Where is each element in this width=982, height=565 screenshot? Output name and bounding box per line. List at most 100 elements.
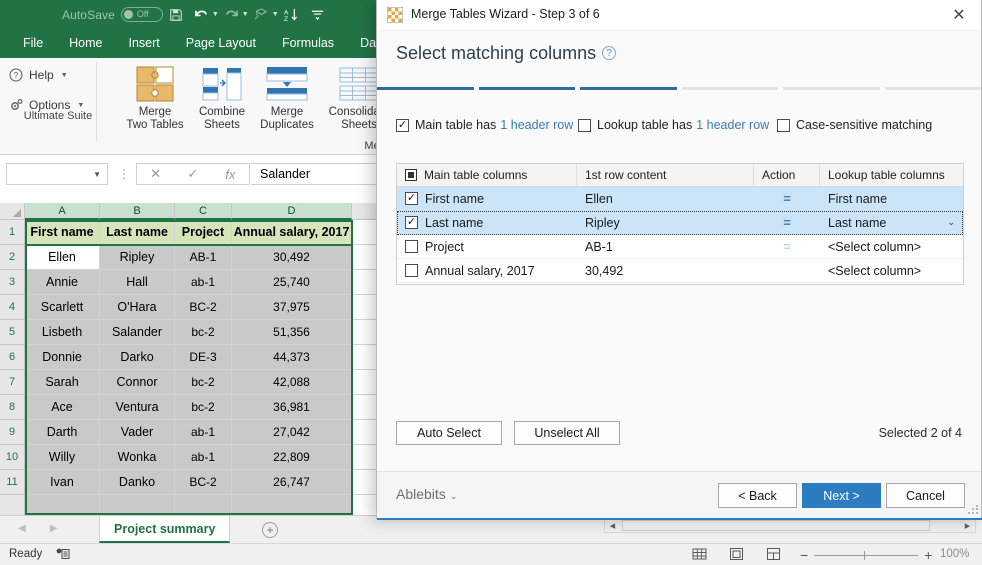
- cell-b8[interactable]: Ventura: [100, 395, 175, 420]
- cancel-button[interactable]: Cancel: [886, 483, 965, 508]
- cell-c11[interactable]: BC-2: [175, 470, 232, 495]
- cell-b7[interactable]: Connor: [100, 370, 175, 395]
- horizontal-scrollbar[interactable]: ◀ ▶: [604, 518, 976, 533]
- scroll-left-icon[interactable]: ◀: [605, 519, 620, 532]
- ribbon-tab-formulas[interactable]: Formulas: [269, 28, 347, 58]
- back-button[interactable]: < Back: [718, 483, 797, 508]
- page-layout-view-icon[interactable]: [729, 547, 744, 561]
- row-header-4[interactable]: 4: [0, 295, 25, 320]
- table-row[interactable]: Annual salary, 2017 30,492 <Select colum…: [397, 259, 963, 283]
- column-header-b[interactable]: B: [100, 203, 175, 220]
- lookup-table-header-link[interactable]: 1 header row: [696, 118, 769, 132]
- ribbon-tab-insert[interactable]: Insert: [116, 28, 173, 58]
- cell-b1[interactable]: Last name: [100, 220, 175, 245]
- cell-a10[interactable]: Willy: [25, 445, 100, 470]
- column-header-d[interactable]: D: [232, 203, 352, 220]
- case-sensitive-option[interactable]: Case-sensitive matching: [777, 118, 932, 132]
- row-1-action[interactable]: =: [754, 211, 820, 234]
- table-row[interactable]: Project AB-1 = <Select column>: [397, 235, 963, 259]
- cell-a8[interactable]: Ace: [25, 395, 100, 420]
- row-1-lookup-column[interactable]: Last name ⌄: [820, 211, 963, 234]
- scrollbar-thumb[interactable]: [622, 520, 930, 531]
- autosave-toggle[interactable]: Off: [121, 7, 163, 22]
- cell-c9[interactable]: ab-1: [175, 420, 232, 445]
- chevron-down-icon[interactable]: ⌄: [450, 491, 458, 501]
- select-all-checkbox[interactable]: [405, 169, 417, 181]
- unselect-all-button[interactable]: Unselect All: [514, 421, 620, 445]
- table-row[interactable]: ✓ Last name Ripley = Last name ⌄: [397, 211, 963, 235]
- ribbon-tab-home[interactable]: Home: [56, 28, 115, 58]
- record-macro-icon[interactable]: [56, 548, 70, 560]
- case-sensitive-checkbox[interactable]: [777, 119, 790, 132]
- row-3-lookup-column[interactable]: <Select column>: [820, 259, 963, 282]
- prev-sheet-icon[interactable]: ◀: [18, 523, 26, 534]
- scrollbar-track-pad[interactable]: [932, 519, 960, 532]
- table-row[interactable]: ✓ First name Ellen = First name: [397, 187, 963, 211]
- next-sheet-icon[interactable]: ▶: [50, 523, 58, 534]
- select-all-corner[interactable]: [0, 203, 25, 220]
- zoom-percentage[interactable]: 100%: [940, 548, 969, 560]
- merge-duplicates-button[interactable]: Merge Duplicates: [254, 62, 320, 132]
- dialog-title-bar[interactable]: Merge Tables Wizard - Step 3 of 6 ✕: [377, 0, 981, 31]
- cell-d1[interactable]: Annual salary, 2017: [232, 220, 352, 245]
- row-header-8[interactable]: 8: [0, 395, 25, 420]
- cell-a11[interactable]: Ivan: [25, 470, 100, 495]
- save-icon[interactable]: [163, 4, 189, 25]
- row-3-main-column[interactable]: Annual salary, 2017: [397, 259, 577, 282]
- cell-d3[interactable]: 25,740: [232, 270, 352, 295]
- row-1-checkbox[interactable]: ✓: [405, 216, 418, 229]
- cell-c6[interactable]: DE-3: [175, 345, 232, 370]
- main-table-header-checkbox[interactable]: ✓: [396, 119, 409, 132]
- next-button[interactable]: Next >: [802, 483, 881, 508]
- main-table-header-link[interactable]: 1 header row: [500, 118, 573, 132]
- row-header-7[interactable]: 7: [0, 370, 25, 395]
- cancel-entry-icon[interactable]: ✕: [137, 164, 174, 184]
- row-header-11[interactable]: 11: [0, 470, 25, 495]
- main-table-header-option[interactable]: ✓ Main table has 1 header row: [396, 118, 573, 132]
- cell-c7[interactable]: bc-2: [175, 370, 232, 395]
- cell-d8[interactable]: 36,981: [232, 395, 352, 420]
- ribbon-tab-page-layout[interactable]: Page Layout: [173, 28, 269, 58]
- cell-d5[interactable]: 51,356: [232, 320, 352, 345]
- lookup-table-header-checkbox[interactable]: [578, 119, 591, 132]
- sort-az-icon[interactable]: AZ: [279, 4, 305, 25]
- cell-c5[interactable]: bc-2: [175, 320, 232, 345]
- help-icon[interactable]: ?: [602, 46, 616, 60]
- cell-c8[interactable]: bc-2: [175, 395, 232, 420]
- cell-c3[interactable]: ab-1: [175, 270, 232, 295]
- cell-d9[interactable]: 27,042: [232, 420, 352, 445]
- normal-view-icon[interactable]: [692, 547, 707, 561]
- row-0-lookup-column[interactable]: First name: [820, 187, 963, 210]
- scroll-right-icon[interactable]: ▶: [960, 519, 975, 532]
- cell-c10[interactable]: ab-1: [175, 445, 232, 470]
- cell-b10[interactable]: Wonka: [100, 445, 175, 470]
- row-header-12[interactable]: [0, 495, 25, 515]
- cell-c4[interactable]: BC-2: [175, 295, 232, 320]
- name-box[interactable]: ▼: [6, 163, 108, 185]
- row-1-main-column[interactable]: ✓ Last name: [397, 211, 577, 234]
- cell-d10[interactable]: 22,809: [232, 445, 352, 470]
- cell-a3[interactable]: Annie: [25, 270, 100, 295]
- row-2-action[interactable]: =: [754, 235, 820, 258]
- name-box-caret-icon[interactable]: ▼: [93, 170, 101, 179]
- zoom-slider[interactable]: [814, 555, 918, 556]
- cell-a9[interactable]: Darth: [25, 420, 100, 445]
- row-3-checkbox[interactable]: [405, 264, 418, 277]
- header-first-row-content[interactable]: 1st row content: [577, 164, 754, 186]
- resize-grip[interactable]: [968, 505, 978, 515]
- touch-draw-icon[interactable]: [249, 4, 275, 25]
- help-button[interactable]: ? Help ▼: [8, 64, 98, 86]
- cell-a5[interactable]: Lisbeth: [25, 320, 100, 345]
- chevron-down-icon[interactable]: ⌄: [947, 217, 955, 228]
- insert-function-icon[interactable]: fx: [212, 164, 249, 184]
- row-2-lookup-column[interactable]: <Select column>: [820, 235, 963, 258]
- combine-sheets-button[interactable]: Combine Sheets: [189, 62, 255, 132]
- customize-qat-icon[interactable]: [305, 4, 331, 25]
- row-header-3[interactable]: 3: [0, 270, 25, 295]
- auto-select-button[interactable]: Auto Select: [396, 421, 502, 445]
- column-header-a[interactable]: A: [25, 203, 100, 220]
- cell-a1[interactable]: First name: [25, 220, 100, 245]
- cell-b11[interactable]: Danko: [100, 470, 175, 495]
- column-header-c[interactable]: C: [175, 203, 232, 220]
- zoom-out-button[interactable]: −: [800, 547, 808, 563]
